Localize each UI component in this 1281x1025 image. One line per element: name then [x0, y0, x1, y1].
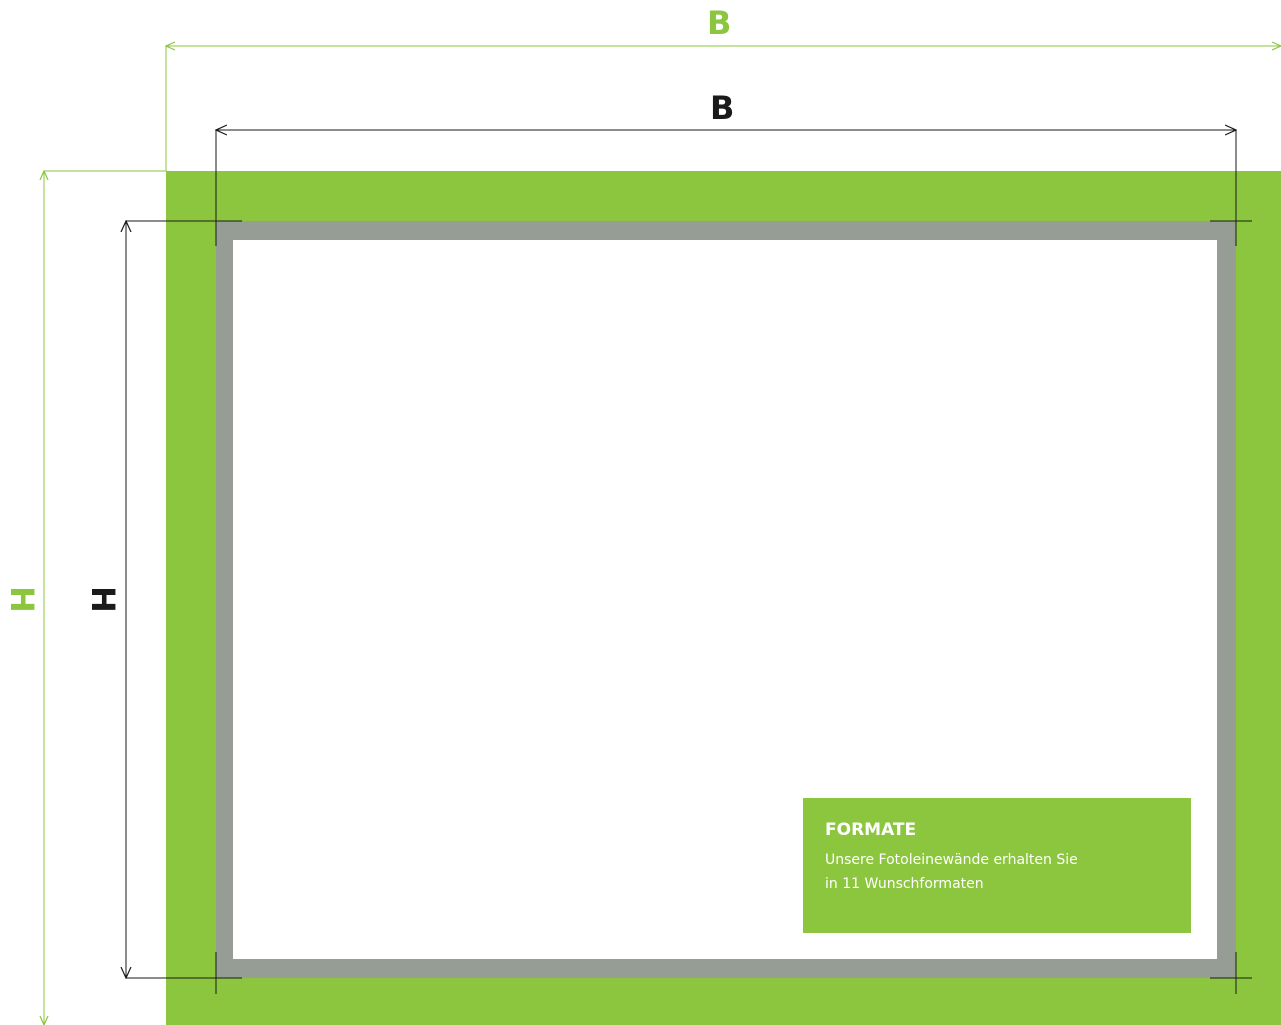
info-line-2: in 11 Wunschformaten — [825, 876, 984, 892]
inner-width-label: B — [710, 89, 735, 127]
info-title: FORMATE — [825, 820, 917, 840]
outer-height-label: H — [3, 586, 41, 613]
info-line-1: Unsere Fotoleinewände erhalten Sie — [825, 852, 1078, 868]
formats-info-box: FORMATE Unsere Fotoleinewände erhalten S… — [803, 798, 1191, 933]
outer-width-label: B — [707, 4, 732, 42]
inner-height-label: H — [84, 586, 122, 613]
